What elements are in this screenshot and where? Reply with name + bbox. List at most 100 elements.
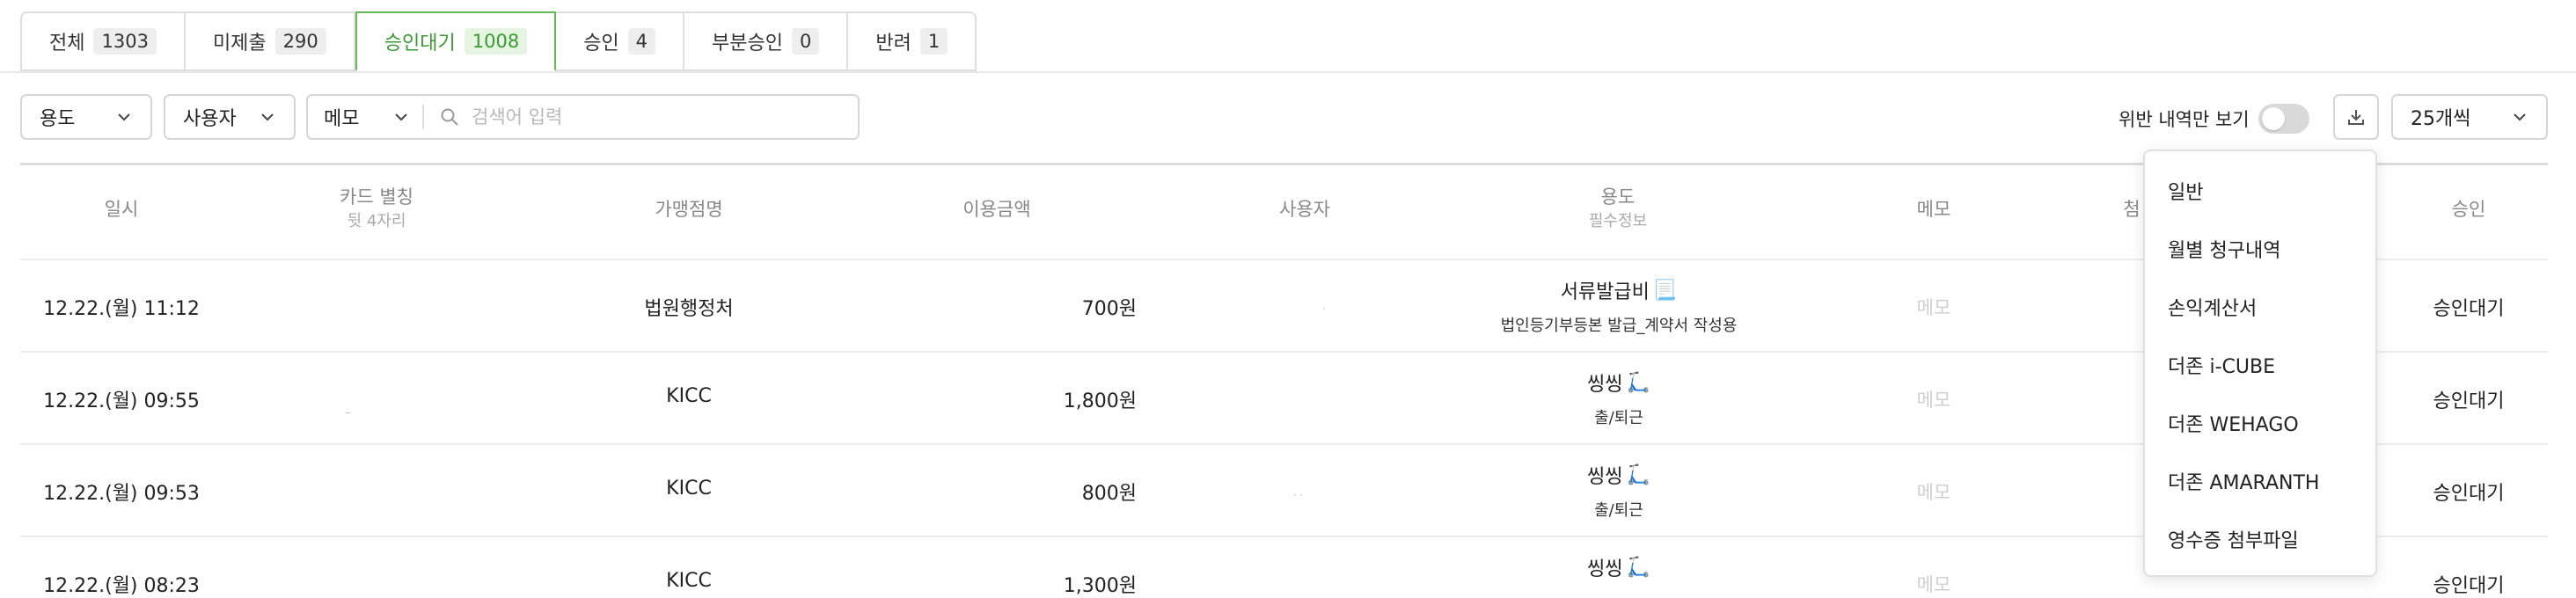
cell-status: 승인대기	[2433, 483, 2505, 505]
cell-purpose: 서류발급비 📃 법인등기부등본 발급_계약서 작성용	[1501, 276, 1738, 336]
memo-input[interactable]: 메모	[1917, 386, 1951, 412]
search-field-select[interactable]: 메모	[308, 96, 422, 138]
cell-merchant: KICC	[666, 478, 712, 500]
header-purpose-sub: 필수정보	[1588, 212, 1648, 230]
page-size-label: 25개씩	[2411, 108, 2471, 130]
cell-status: 승인대기	[2433, 298, 2505, 320]
memo-input[interactable]: 메모	[1917, 571, 1951, 597]
cell-purpose: 씽씽 🛴 출/퇴근	[1587, 461, 1650, 521]
chevron-down-icon	[2514, 113, 2526, 121]
header-purpose: 용도 필수정보	[1565, 185, 1671, 234]
tab-count: 1303	[93, 28, 157, 55]
purpose-detail: 출/퇴근	[1594, 501, 1643, 520]
page-size-select[interactable]: 25개씩	[2391, 94, 2548, 140]
cell-status: 승인대기	[2433, 390, 2505, 412]
search-icon	[441, 108, 458, 126]
tab-count: 1008	[464, 28, 528, 55]
user-filter-label: 사용자	[183, 108, 237, 130]
cell-merchant: 법원행정처	[644, 298, 734, 320]
header-amount: 이용금액	[962, 199, 1031, 220]
header-card-alias-sub: 뒷 4자리	[347, 212, 406, 230]
cell-status: 승인대기	[2433, 575, 2505, 597]
tab-count: 1	[919, 28, 948, 55]
download-button[interactable]	[2333, 94, 2379, 140]
purpose-filter-select[interactable]: 용도	[20, 94, 152, 140]
cell-amount: 1,300원	[1063, 575, 1137, 597]
download-menu: 일반 월별 청구내역 손익계산서 더존 i-CUBE 더존 WEHAGO 더존 …	[2143, 150, 2377, 577]
memo-input[interactable]: 메모	[1917, 478, 1951, 505]
cell-merchant: KICC	[666, 570, 712, 592]
tab-count: 290	[274, 28, 326, 55]
memo-input[interactable]: 메모	[1917, 294, 1951, 320]
violation-only-toggle[interactable]	[2258, 104, 2309, 134]
purpose-main: 서류발급비 📃	[1501, 276, 1738, 304]
redacted-user: · ·	[1293, 489, 1304, 501]
header-merchant: 가맹점명	[655, 199, 723, 220]
header-datetime: 일시	[104, 199, 139, 220]
tab-all[interactable]: 전체 1303	[20, 11, 186, 71]
download-icon	[2348, 110, 2364, 125]
scooter-emoji-icon: 🛴	[1626, 463, 1650, 486]
tabs-divider	[0, 71, 2576, 73]
header-receipt: 첨	[2123, 199, 2141, 220]
tab-label: 반려	[875, 33, 911, 55]
tab-approved[interactable]: 승인 4	[556, 11, 685, 71]
toggle-knob	[2261, 107, 2285, 130]
download-option-amaranth[interactable]: 더존 AMARANTH	[2145, 452, 2375, 510]
tab-count: 0	[792, 28, 820, 55]
tab-pending-approval[interactable]: 승인대기 1008	[355, 11, 557, 71]
user-filter-select[interactable]: 사용자	[164, 94, 296, 140]
purpose-label: 서류발급비	[1560, 281, 1650, 303]
download-option-general[interactable]: 일반	[2145, 162, 2375, 220]
chevron-down-icon	[261, 113, 274, 121]
header-card-alias-label: 카드 별칭	[340, 186, 413, 208]
tab-partially-approved[interactable]: 부분승인 0	[684, 11, 849, 71]
search-field-label: 메모	[324, 108, 360, 130]
tab-label: 부분승인	[712, 33, 784, 55]
download-option-receipt-files[interactable]: 영수증 첨부파일	[2145, 510, 2375, 568]
purpose-main: 씽씽 🛴	[1587, 368, 1650, 397]
tab-count: 4	[627, 28, 656, 55]
cell-purpose: 씽씽 🛴	[1587, 553, 1650, 581]
tab-not-submitted[interactable]: 미제출 290	[185, 11, 355, 71]
header-card-alias: 카드 별칭 뒷 4자리	[311, 185, 443, 234]
tab-label: 미제출	[212, 33, 267, 55]
purpose-filter-label: 용도	[40, 108, 76, 130]
search-input[interactable]	[470, 106, 843, 128]
chevron-down-icon	[118, 113, 130, 121]
tab-rejected[interactable]: 반려 1	[848, 11, 977, 71]
cell-datetime: 12.22.(월) 08:23	[43, 575, 200, 597]
chevron-down-icon	[395, 113, 407, 121]
purpose-detail: 법인등기부등본 발급_계약서 작성용	[1500, 317, 1738, 335]
purpose-main: 씽씽 🛴	[1587, 553, 1650, 581]
header-memo: 메모	[1916, 199, 1951, 220]
cell-datetime: 12.22.(월) 09:53	[43, 483, 200, 505]
search-box: 메모	[306, 94, 860, 140]
purpose-main: 씽씽 🛴	[1587, 461, 1650, 489]
scooter-emoji-icon: 🛴	[1626, 371, 1650, 394]
tab-label: 전체	[49, 33, 85, 55]
redacted-user: ·	[1322, 303, 1326, 315]
cell-amount: 1,800원	[1063, 390, 1137, 412]
scooter-emoji-icon: 🛴	[1626, 556, 1650, 579]
status-tabs: 전체 1303 미제출 290 승인대기 1008 승인 4 부분승인 0 반려 1	[20, 11, 977, 71]
cell-datetime: 12.22.(월) 11:12	[43, 298, 200, 320]
header-user: 사용자	[1279, 199, 1330, 220]
cell-merchant: KICC	[666, 385, 712, 407]
violation-only-label: 위반 내역만 보기	[2119, 109, 2250, 130]
download-option-wehago[interactable]: 더존 WEHAGO	[2145, 394, 2375, 452]
cell-amount: 800원	[1081, 483, 1137, 505]
document-emoji-icon: 📃	[1652, 279, 1678, 302]
header-approval: 승인	[2451, 199, 2486, 220]
cell-amount: 700원	[1081, 298, 1137, 320]
download-option-income-statement[interactable]: 손익계산서	[2145, 278, 2375, 336]
purpose-label: 씽씽	[1587, 374, 1623, 396]
purpose-label: 씽씽	[1587, 466, 1623, 488]
tab-label: 승인	[583, 33, 619, 55]
download-option-icube[interactable]: 더존 i-CUBE	[2145, 336, 2375, 394]
redacted-card: –	[345, 406, 350, 419]
search-divider	[422, 105, 424, 129]
cell-purpose: 씽씽 🛴 출/퇴근	[1587, 368, 1650, 428]
cell-datetime: 12.22.(월) 09:55	[43, 390, 200, 412]
download-option-monthly-statement[interactable]: 월별 청구내역	[2145, 220, 2375, 278]
